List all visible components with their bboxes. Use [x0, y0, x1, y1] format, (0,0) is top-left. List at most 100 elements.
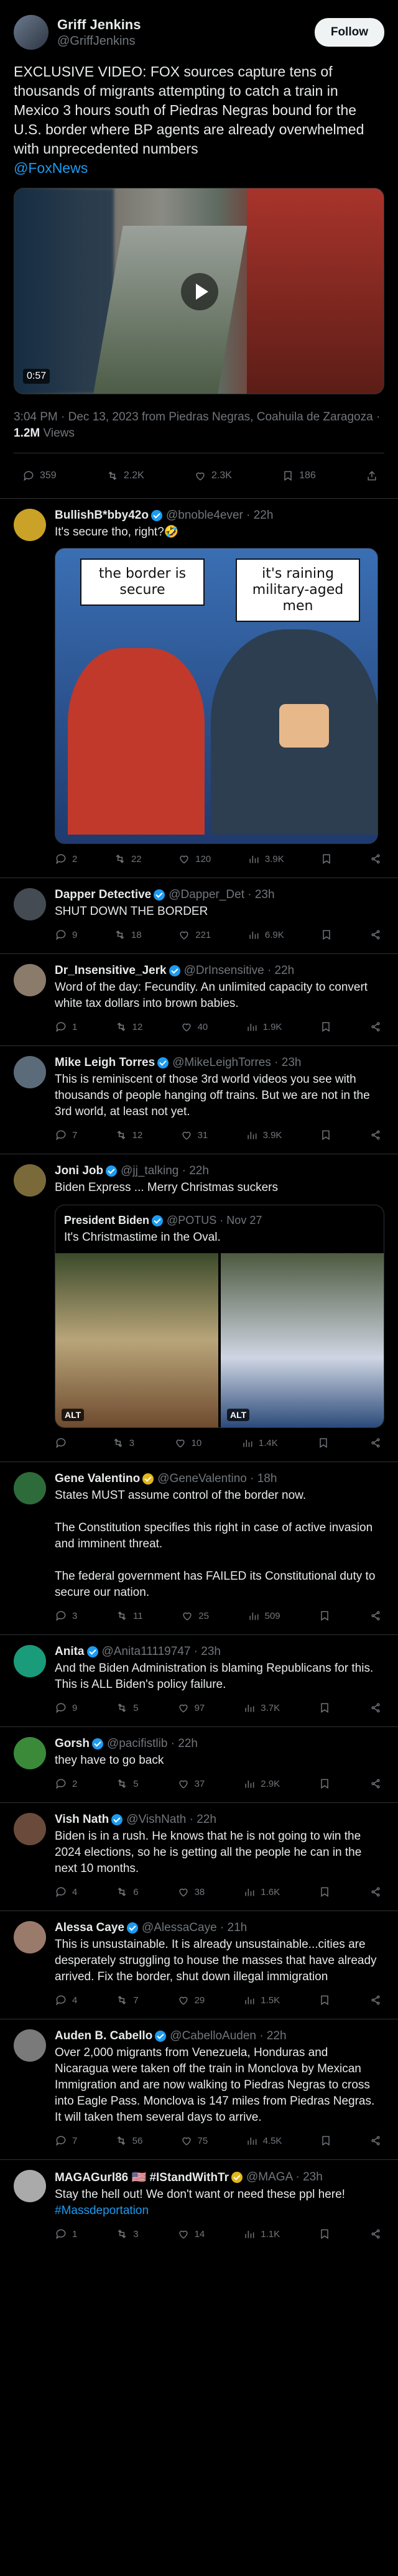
reply-tweet[interactable]: MAGAGurl86 🇺🇸 #IStandWithTr @MAGA · 23h St… — [0, 2159, 398, 2253]
play-icon[interactable] — [181, 273, 218, 310]
bookmark-button[interactable] — [320, 2134, 332, 2147]
bookmark-button[interactable] — [318, 1702, 331, 1714]
reply-avatar[interactable] — [14, 888, 46, 920]
reply-author-handle[interactable]: @CabelloAuden · 22h — [170, 2029, 286, 2043]
author-name[interactable]: Griff Jenkins — [57, 17, 315, 33]
like-button[interactable]: 10 — [174, 1437, 201, 1449]
reply-author-name[interactable]: Gene Valentino — [55, 1472, 140, 1486]
share-button[interactable] — [369, 1702, 382, 1714]
hashtag-link[interactable]: #Massdeportation — [55, 2204, 149, 2217]
reply-button[interactable]: 3 — [55, 1610, 77, 1622]
views-button[interactable]: 6.9K — [248, 929, 284, 941]
like-button[interactable]: 120 — [178, 853, 211, 865]
bookmark-button[interactable] — [318, 1777, 331, 1790]
views-button[interactable]: 4.5K — [246, 2134, 282, 2147]
reply-author-handle[interactable]: @VishNath · 22h — [126, 1813, 216, 1827]
views-button[interactable]: 3.7K — [243, 1702, 280, 1714]
reply-tweet[interactable]: Dr_Insensitive_Jerk @DrInsensitive · 22h W… — [0, 953, 398, 1045]
quoted-image-ornament[interactable]: ALT — [221, 1253, 384, 1427]
repost-button[interactable]: 12 — [115, 1021, 142, 1033]
share-button[interactable] — [369, 1886, 382, 1898]
reply-author-name[interactable]: Dapper Detective — [55, 888, 151, 902]
like-button[interactable]: 38 — [177, 1886, 205, 1898]
reply-avatar[interactable] — [14, 1164, 46, 1197]
reply-author-name[interactable]: Vish Nath — [55, 1813, 109, 1827]
reply-author-name[interactable]: BullishB*bby42o — [55, 509, 149, 522]
like-button[interactable]: 31 — [180, 1129, 208, 1141]
reply-avatar[interactable] — [14, 1737, 46, 1769]
quoted-image-oval-office[interactable]: ALT — [55, 1253, 218, 1427]
bookmark-button[interactable] — [320, 1021, 332, 1033]
share-button[interactable] — [366, 470, 378, 482]
like-button[interactable]: 75 — [180, 2134, 208, 2147]
alt-badge[interactable]: ALT — [227, 1409, 250, 1421]
reply-author-name[interactable]: Mike Leigh Torres — [55, 1056, 155, 1070]
follow-button[interactable]: Follow — [314, 18, 384, 47]
reply-author-name[interactable]: MAGAGurl86 🇺🇸 #IStandWithTr — [55, 2170, 229, 2185]
like-button[interactable]: 29 — [177, 1994, 205, 2006]
author-handle[interactable]: @GriffJenkins — [57, 34, 315, 49]
quoted-tweet[interactable]: President Biden @POTUS · Nov 27 It's Chris… — [55, 1205, 384, 1428]
reply-author-name[interactable]: Auden B. Cabello — [55, 2029, 152, 2043]
bookmark-button[interactable] — [318, 1610, 331, 1622]
reply-avatar[interactable] — [14, 509, 46, 541]
reply-author-handle[interactable]: @Anita11119747 · 23h — [102, 1645, 221, 1659]
video-player[interactable]: 0:57 — [14, 188, 384, 394]
reply-button[interactable]: 9 — [55, 929, 77, 941]
like-button[interactable]: 25 — [181, 1610, 209, 1622]
reply-button[interactable]: 4 — [55, 1994, 77, 2006]
bookmark-button[interactable] — [320, 853, 333, 865]
reply-author-handle[interactable]: @jj_talking · 22h — [121, 1164, 209, 1178]
views-button[interactable]: 2.9K — [243, 1777, 280, 1790]
views-button[interactable]: 509 — [248, 1610, 280, 1622]
repost-button[interactable]: 3 — [116, 2228, 139, 2240]
views-button[interactable]: 3.9K — [246, 1129, 282, 1141]
reply-tweet[interactable]: Auden B. Cabello @CabelloAuden · 22h Over … — [0, 2019, 398, 2159]
reply-author-handle[interactable]: @DrInsensitive · 22h — [184, 964, 295, 978]
reply-tweet[interactable]: Gorsh @pacifistlib · 22h they have to go b… — [0, 1726, 398, 1802]
reply-button[interactable]: 2 — [55, 853, 77, 865]
reply-tweet[interactable]: Vish Nath @VishNath · 22h Biden is in a ru… — [0, 1802, 398, 1911]
reply-avatar[interactable] — [14, 1921, 46, 1953]
reply-avatar[interactable] — [14, 2029, 46, 2062]
bookmark-button[interactable] — [318, 1886, 331, 1898]
reply-button[interactable]: 7 — [55, 1129, 77, 1141]
repost-button[interactable]: 56 — [115, 2134, 142, 2147]
reply-button[interactable]: 4 — [55, 1886, 77, 1898]
views-button[interactable]: 3.9K — [248, 853, 284, 865]
share-button[interactable] — [369, 2134, 382, 2147]
like-button[interactable]: 40 — [180, 1021, 208, 1033]
share-button[interactable] — [369, 1129, 382, 1141]
repost-button[interactable]: 6 — [116, 1886, 139, 1898]
reply-button[interactable]: 1 — [55, 1021, 77, 1033]
share-button[interactable] — [369, 1437, 382, 1449]
reply-author-handle[interactable]: @Dapper_Det · 23h — [169, 888, 274, 902]
bookmark-button[interactable] — [320, 1129, 332, 1141]
reply-tweet[interactable]: BullishB*bby42o @bnoble4ever · 22h It's se… — [0, 498, 398, 878]
reply-button[interactable]: 1 — [55, 2228, 77, 2240]
share-button[interactable] — [369, 1777, 382, 1790]
reply-button[interactable]: 2 — [55, 1777, 77, 1790]
reply-author-handle[interactable]: @bnoble4ever · 22h — [166, 509, 273, 522]
views-button[interactable]: 1.1K — [243, 2228, 280, 2240]
repost-button[interactable]: 5 — [116, 1702, 139, 1714]
share-button[interactable] — [369, 1610, 382, 1622]
reply-tweet[interactable]: Alessa Caye @AlessaCaye · 21h This is unsu… — [0, 1911, 398, 2019]
bookmark-button[interactable] — [318, 2228, 331, 2240]
bookmark-button[interactable] — [318, 1994, 331, 2006]
repost-button[interactable]: 11 — [116, 1610, 143, 1622]
reply-button[interactable] — [55, 1437, 72, 1449]
share-button[interactable] — [369, 1021, 382, 1033]
reply-button[interactable]: 7 — [55, 2134, 77, 2147]
like-button[interactable]: 2.3K — [194, 470, 232, 482]
views-button[interactable]: 1.4K — [241, 1437, 278, 1449]
author-avatar[interactable] — [14, 15, 49, 50]
reply-author-name[interactable]: Dr_Insensitive_Jerk — [55, 964, 167, 978]
like-button[interactable]: 221 — [178, 929, 211, 941]
reply-tweet[interactable]: Anita @Anita11119747 · 23h And the Biden A… — [0, 1634, 398, 1726]
reply-avatar[interactable] — [14, 1813, 46, 1845]
reply-tweet[interactable]: Gene Valentino @GeneValentino · 18h States… — [0, 1462, 398, 1634]
reply-tweet[interactable]: Joni Job @jj_talking · 22h Biden Express .… — [0, 1154, 398, 1462]
share-button[interactable] — [369, 929, 382, 941]
share-button[interactable] — [369, 2228, 382, 2240]
